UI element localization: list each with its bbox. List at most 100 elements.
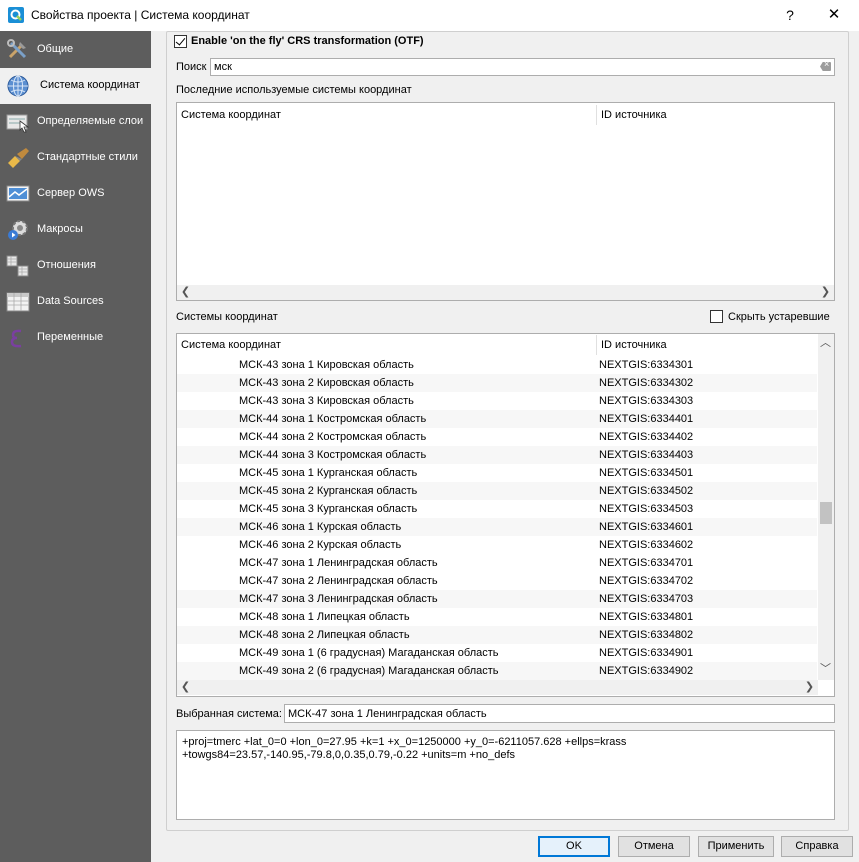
table-row[interactable]: МСК-47 зона 2 Ленинградская область NEXTG… <box>177 572 817 590</box>
crs-id-cell: NEXTGIS:6334701 <box>599 557 694 569</box>
sidebar-item-variables[interactable]: Переменные <box>0 320 151 356</box>
globe-icon <box>7 75 29 97</box>
scroll-up-icon[interactable]: ︿ <box>818 336 833 351</box>
crs-name-cell: МСК-47 зона 2 Ленинградская область <box>239 575 438 587</box>
crs-name-cell: МСК-47 зона 3 Ленинградская область <box>239 593 438 605</box>
crs-name-cell: МСК-43 зона 2 Кировская область <box>239 377 414 389</box>
crs-id-cell: NEXTGIS:6334901 <box>599 647 694 659</box>
sidebar-item-macros[interactable]: Макросы <box>0 212 151 248</box>
identify-layers-icon <box>6 114 30 133</box>
crs-id-cell: NEXTGIS:6334602 <box>599 539 694 551</box>
table-row-selected[interactable]: МСК-47 зона 1 Ленинградская область NEXTG… <box>177 554 817 572</box>
crs-name-cell: МСК-48 зона 1 Липецкая область <box>239 611 410 623</box>
table-row[interactable]: МСК-43 зона 3 Кировская область NEXTGIS:6… <box>177 392 817 410</box>
crs-vscrollbar[interactable]: ︿ ﹀ <box>818 334 834 680</box>
crs-name-cell: МСК-45 зона 2 Курганская область <box>239 485 418 497</box>
sidebar-item-label: Сервер OWS <box>37 187 105 199</box>
crs-col-id-header[interactable]: ID источника <box>601 339 667 351</box>
recent-col-id-header[interactable]: ID источника <box>601 109 667 121</box>
search-input[interactable] <box>211 59 801 75</box>
title-help-button[interactable]: ? <box>776 4 804 26</box>
sidebar-item-label: Отношения <box>37 259 96 271</box>
sidebar-item-label: Стандартные стили <box>37 151 138 163</box>
table-row[interactable]: МСК-46 зона 1 Курская область NEXTGIS:633… <box>177 518 817 536</box>
qgis-app-icon <box>8 7 24 23</box>
crs-id-cell: NEXTGIS:6334801 <box>599 611 694 623</box>
scroll-right-icon[interactable]: ❯ <box>818 285 833 300</box>
table-row[interactable]: МСК-48 зона 1 Липецкая область NEXTGIS:63… <box>177 608 817 626</box>
crs-table[interactable]: Система координат ID источника МСК-43 зо… <box>176 333 835 697</box>
proj-definition-box[interactable]: +proj=tmerc +lat_0=0 +lon_0=27.95 +k=1 +… <box>176 730 835 820</box>
table-row[interactable]: МСК-44 зона 3 Костромская область NEXTGIS… <box>177 446 817 464</box>
sidebar: Общие Система координат Определяемые сло… <box>0 31 151 862</box>
recent-crs-table[interactable]: Система координат ID источника ❮ ❯ <box>176 102 835 301</box>
table-row[interactable]: МСК-49 зона 1 (6 градусная) Магаданская … <box>177 644 817 662</box>
apply-button[interactable]: Применить <box>698 836 774 857</box>
crs-id-cell: NEXTGIS:6334802 <box>599 629 694 641</box>
table-row[interactable]: МСК-46 зона 2 Курская область NEXTGIS:633… <box>177 536 817 554</box>
table-row[interactable]: МСК-44 зона 2 Костромская область NEXTGIS… <box>177 428 817 446</box>
sidebar-item-label: Определяемые слои <box>37 115 144 127</box>
crs-name-cell: МСК-43 зона 3 Кировская область <box>239 395 414 407</box>
ows-server-icon <box>6 185 30 202</box>
table-row[interactable]: МСК-49 зона 2 (6 градусная) Магаданская … <box>177 662 817 680</box>
crs-hscrollbar[interactable]: ❮ ❯ <box>177 680 818 695</box>
title-close-button[interactable]: ✕ <box>820 4 848 26</box>
crs-id-cell: NEXTGIS:6334301 <box>599 359 694 371</box>
hide-deprecated-checkbox[interactable] <box>710 310 723 323</box>
sidebar-item-label: Переменные <box>37 331 104 343</box>
scroll-left-icon[interactable]: ❮ <box>178 680 193 695</box>
proj-line-1: +proj=tmerc +lat_0=0 +lon_0=27.95 +k=1 +… <box>182 736 627 748</box>
crs-name-cell: МСК-46 зона 2 Курская область <box>239 539 402 551</box>
crs-name-cell: МСК-49 зона 1 (6 градусная) Магаданская … <box>239 647 499 659</box>
sidebar-item-general[interactable]: Общие <box>0 32 151 68</box>
crs-id-cell: NEXTGIS:6334702 <box>599 575 694 587</box>
crs-name-cell: МСК-43 зона 1 Кировская область <box>239 359 414 371</box>
crs-id-cell: NEXTGIS:6334502 <box>599 485 694 497</box>
table-row[interactable]: МСК-45 зона 2 Курганская область NEXTGIS:… <box>177 482 817 500</box>
crs-name-cell: МСК-44 зона 3 Костромская область <box>239 449 427 461</box>
table-row[interactable]: МСК-47 зона 3 Ленинградская область NEXTG… <box>177 590 817 608</box>
search-label: Поиск <box>176 61 207 73</box>
table-row[interactable]: МСК-45 зона 3 Курганская область NEXTGIS:… <box>177 500 817 518</box>
window-title: Свойства проекта | Система координат <box>31 8 250 22</box>
sidebar-item-relations[interactable]: Отношения <box>0 248 151 284</box>
otf-checkbox[interactable] <box>174 35 187 48</box>
help-button[interactable]: Справка <box>781 836 853 857</box>
crs-name-cell: МСК-49 зона 2 (6 градусная) Магаданская … <box>239 665 499 677</box>
sidebar-item-label: Общие <box>37 43 74 55</box>
crs-col-crs-header[interactable]: Система координат <box>181 339 281 351</box>
selected-crs-field[interactable]: МСК-47 зона 1 Ленинградская область <box>284 704 835 723</box>
crs-name-cell: МСК-45 зона 1 Курганская область <box>239 467 418 479</box>
table-row[interactable]: МСК-45 зона 1 Курганская область NEXTGIS:… <box>177 464 817 482</box>
crs-id-cell: NEXTGIS:6334403 <box>599 449 694 461</box>
table-row[interactable]: МСК-44 зона 1 Костромская область NEXTGIS… <box>177 410 817 428</box>
scroll-left-icon[interactable]: ❮ <box>178 285 193 300</box>
recent-col-crs-header[interactable]: Система координат <box>181 109 281 121</box>
selected-crs-value: МСК-47 зона 1 Ленинградская область <box>288 708 487 720</box>
project-properties-dialog: Свойства проекта | Система координат ? ✕… <box>0 0 859 862</box>
crs-rows: МСК-43 зона 1 Кировская область NEXTGIS:6… <box>177 356 818 680</box>
scroll-down-icon[interactable]: ﹀ <box>818 662 833 677</box>
table-row[interactable]: МСК-43 зона 1 Кировская область NEXTGIS:6… <box>177 356 817 374</box>
ok-button[interactable]: OK <box>538 836 610 857</box>
scroll-right-icon[interactable]: ❯ <box>802 680 817 695</box>
clear-search-icon[interactable] <box>820 62 831 71</box>
crs-name-cell: МСК-45 зона 3 Курганская область <box>239 503 418 515</box>
sidebar-item-ows-server[interactable]: Сервер OWS <box>0 176 151 212</box>
cancel-button[interactable]: Отмена <box>618 836 690 857</box>
crs-id-cell: NEXTGIS:6334303 <box>599 395 694 407</box>
scroll-thumb[interactable] <box>820 502 832 524</box>
sidebar-item-identify-layers[interactable]: Определяемые слои <box>0 104 151 140</box>
data-sources-icon <box>6 292 30 312</box>
crs-id-cell: NEXTGIS:6334302 <box>599 377 694 389</box>
selected-crs-label: Выбранная система: <box>176 708 282 720</box>
sidebar-item-default-styles[interactable]: Стандартные стили <box>0 140 151 176</box>
recent-hscrollbar[interactable]: ❮ ❯ <box>177 285 834 300</box>
crs-name-cell: МСК-44 зона 1 Костромская область <box>239 413 427 425</box>
sidebar-item-data-sources[interactable]: Data Sources <box>0 284 151 320</box>
crs-name-cell: МСК-44 зона 2 Костромская область <box>239 431 427 443</box>
sidebar-item-crs[interactable]: Система координат <box>0 68 151 104</box>
table-row[interactable]: МСК-43 зона 2 Кировская область NEXTGIS:6… <box>177 374 817 392</box>
table-row[interactable]: МСК-48 зона 2 Липецкая область NEXTGIS:63… <box>177 626 817 644</box>
